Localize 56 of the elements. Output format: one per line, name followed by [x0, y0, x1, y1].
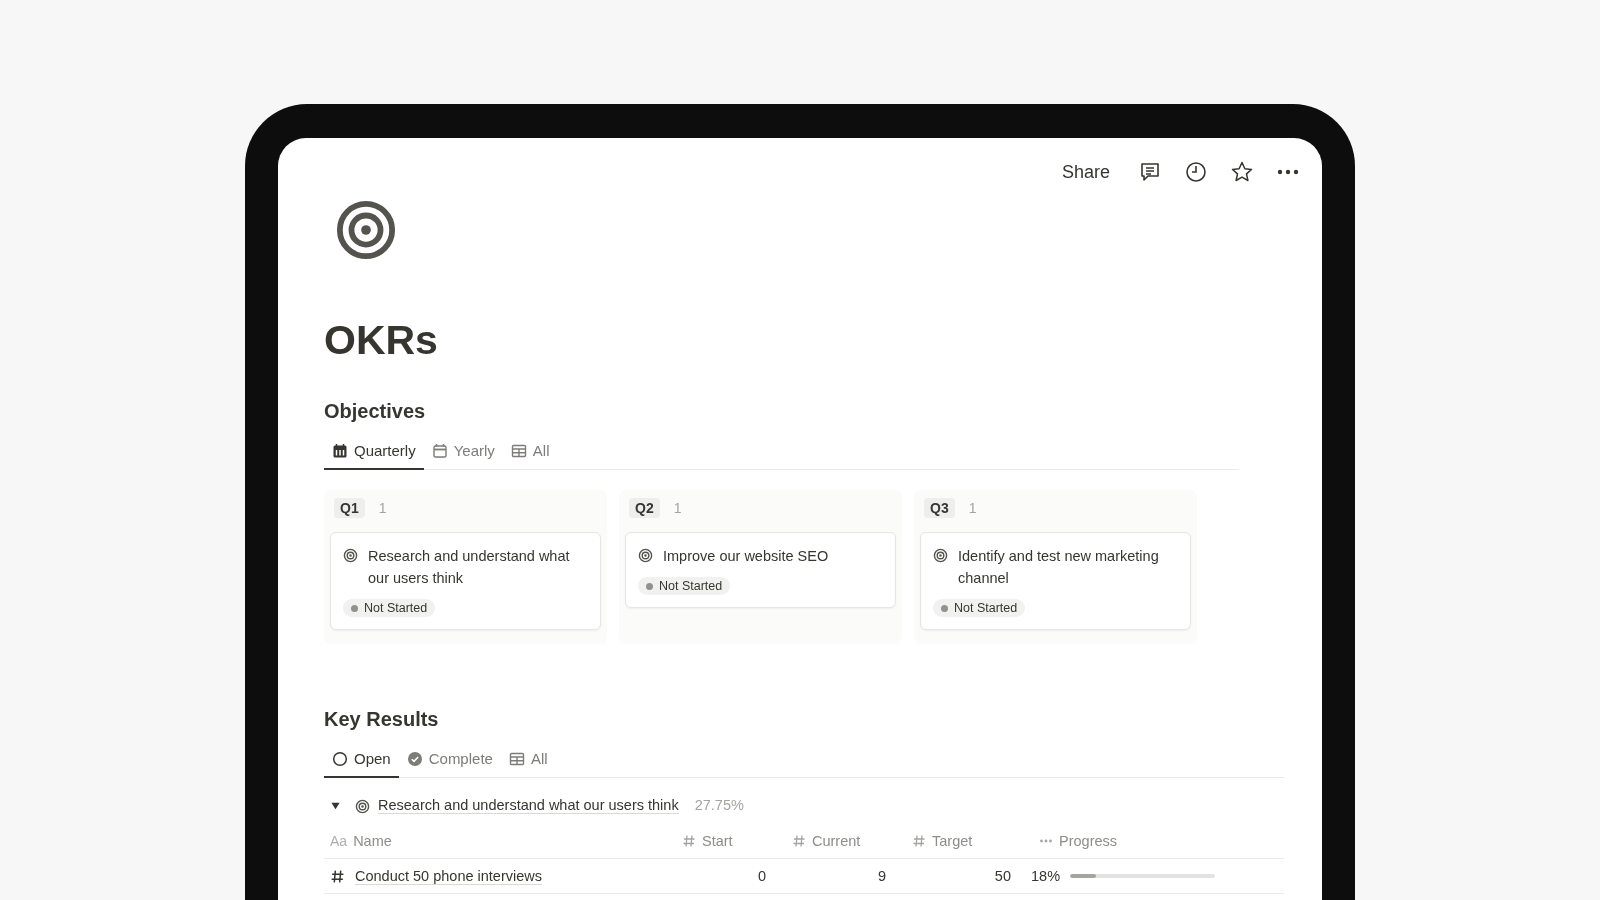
table-cell: 50 [994, 868, 1011, 884]
hash-icon [330, 868, 345, 884]
progress-percent: 18% [1031, 868, 1061, 884]
column-header[interactable]: Progress [1037, 833, 1284, 849]
group-percent: 27.75% [694, 797, 744, 813]
section-heading: Objectives [324, 400, 427, 423]
table-icon [508, 750, 525, 767]
group-title[interactable]: Research and understand what our users think [378, 796, 679, 814]
comment-icon[interactable] [1138, 160, 1162, 184]
hash-icon [792, 834, 806, 848]
table-cell: 9 [877, 868, 886, 884]
star-icon[interactable] [1230, 160, 1254, 184]
view-tab[interactable]: Complete [398, 743, 501, 778]
group-label: Q3 [924, 498, 955, 518]
status-label: Not Started [659, 579, 723, 593]
row-title[interactable]: Conduct 50 phone interviews [355, 867, 542, 885]
status-label: Not Started [364, 601, 428, 615]
objective-card[interactable]: Identify and test new marketing channel Not Started [920, 532, 1191, 630]
view-tab[interactable]: All [502, 435, 558, 470]
view-tab[interactable]: All [500, 743, 556, 778]
clock-icon[interactable] [1184, 160, 1208, 184]
column-header[interactable]: Current [792, 833, 912, 849]
view-tab[interactable]: Quarterly [324, 435, 424, 470]
table-cell: 0 [757, 868, 766, 884]
status-label: Not Started [954, 601, 1018, 615]
table-icon [510, 442, 527, 459]
hash-icon [682, 834, 696, 848]
objective-card[interactable]: Research and understand what our users think Not Started [330, 532, 601, 630]
target-icon [343, 548, 358, 563]
column-header[interactable]: Target [912, 833, 1037, 849]
hash-icon [912, 834, 926, 848]
circle-icon [332, 750, 348, 767]
column-header[interactable]: Aa Name [324, 833, 674, 849]
group-label: Q2 [629, 498, 660, 518]
card-count: 1 [378, 500, 387, 516]
calendar-icon [332, 442, 348, 459]
share-button[interactable]: Share [1059, 161, 1112, 183]
target-icon [933, 548, 948, 563]
column-header[interactable]: Start [674, 833, 792, 849]
group-label: Q1 [334, 498, 365, 518]
card-title: Research and understand what our users think [368, 547, 571, 588]
check-circle-icon [406, 750, 423, 767]
card-title: Improve our website SEO [663, 547, 829, 566]
view-tab[interactable]: Open [324, 743, 399, 778]
view-tab[interactable]: Yearly [423, 435, 503, 470]
calendar-icon [431, 442, 448, 459]
card-count: 1 [968, 500, 977, 516]
objective-card[interactable]: Improve our website SEO Not Started [625, 532, 896, 608]
card-count: 1 [673, 500, 682, 516]
target-icon [638, 548, 653, 563]
page-title: OKRs [324, 317, 439, 364]
text-type-icon: Aa [330, 833, 348, 849]
section-heading: Key Results [324, 708, 440, 731]
target-icon [335, 199, 397, 261]
target-icon [355, 799, 370, 814]
card-title: Identify and test new marketing channel [958, 547, 1160, 588]
